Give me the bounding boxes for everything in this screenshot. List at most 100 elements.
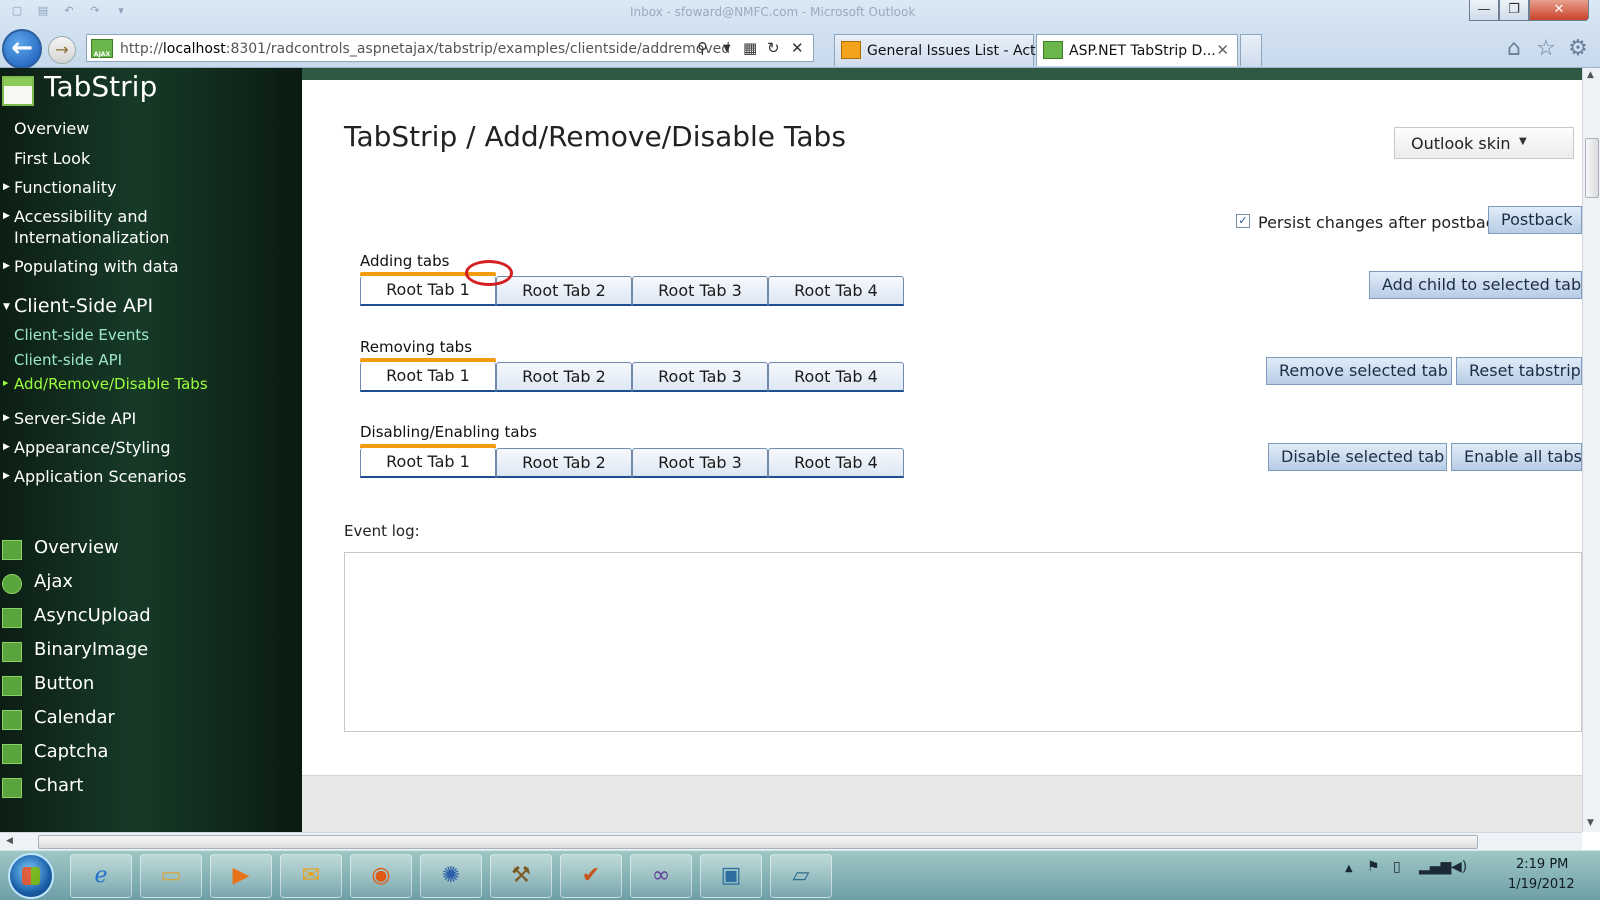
dropdown-icon[interactable]: ▼ (723, 43, 731, 54)
tab-root-3[interactable]: Root Tab 3 (632, 362, 768, 392)
nav-client-side-api[interactable]: Client-Side API (14, 295, 153, 317)
save-icon[interactable]: ▤ (34, 4, 52, 20)
nav-populating[interactable]: Populating with data (14, 257, 179, 276)
scroll-down-icon[interactable]: ▼ (1587, 818, 1594, 828)
browser-tab-tabstrip[interactable]: ASP.NET TabStrip D... ✕ (1036, 34, 1238, 66)
tab-root-2[interactable]: Root Tab 2 (496, 276, 632, 306)
skin-selector[interactable]: Outlook skin ▼ (1394, 127, 1574, 159)
new-tab-button[interactable] (1240, 34, 1262, 66)
close-button[interactable]: ✕ (1529, 0, 1589, 21)
control-button[interactable]: Button (34, 673, 94, 694)
captcha-icon (2, 744, 22, 764)
maximize-button[interactable]: ❐ (1499, 0, 1529, 21)
add-child-button[interactable]: Add child to selected tab (1369, 271, 1582, 299)
nav-server-side-api[interactable]: Server-Side API (14, 409, 136, 428)
enable-all-tabs-button[interactable]: Enable all tabs (1451, 443, 1582, 471)
horizontal-scrollbar[interactable]: ◀ (0, 832, 1582, 850)
tray-expand-icon[interactable]: ▲ (1345, 863, 1353, 874)
nav-add-remove-disable[interactable]: Add/Remove/Disable Tabs (14, 375, 208, 393)
infinity-icon[interactable]: ∞ (630, 854, 692, 898)
tab-root-3[interactable]: Root Tab 3 (632, 448, 768, 478)
close-tab-icon[interactable]: ✕ (1216, 41, 1229, 59)
home-icon[interactable]: ⌂ (1500, 36, 1528, 64)
customize-icon[interactable]: ▾ (112, 4, 130, 20)
refresh-icon[interactable]: ↻ (767, 39, 780, 57)
nav-internationalization[interactable]: Internationalization (14, 228, 169, 247)
volume-icon[interactable]: ◀) (1451, 859, 1467, 875)
address-url[interactable]: http://localhost:8301/radcontrols_aspnet… (120, 41, 730, 57)
remove-selected-tab-button[interactable]: Remove selected tab (1266, 357, 1452, 385)
control-captcha[interactable]: Captcha (34, 741, 108, 762)
scroll-up-icon[interactable]: ▲ (1587, 70, 1594, 80)
expand-arrow-icon[interactable]: ▶ (3, 471, 10, 481)
tab-root-1[interactable]: Root Tab 1 (360, 362, 496, 392)
browser-tab-issues[interactable]: General Issues List - Act... (834, 34, 1049, 66)
back-button[interactable]: ← (2, 29, 42, 69)
nav-client-side-api-sub[interactable]: Client-side API (14, 351, 122, 369)
persist-checkbox[interactable]: ✓ (1236, 214, 1250, 228)
media-player-icon[interactable]: ▶ (210, 854, 272, 898)
outlook-icon[interactable]: ✉ (280, 854, 342, 898)
internet-explorer-icon[interactable]: ℯ (70, 854, 132, 898)
tab-root-4[interactable]: Root Tab 4 (768, 276, 904, 306)
nav-first-look[interactable]: First Look (14, 149, 90, 168)
expand-arrow-icon[interactable]: ▶ (3, 261, 10, 271)
collapse-arrow-icon[interactable]: ▼ (3, 302, 10, 312)
network-icon[interactable]: ▂▄▆ (1419, 859, 1451, 875)
reset-tabstrip-button[interactable]: Reset tabstrip (1456, 357, 1582, 385)
visual-studio-icon[interactable]: ✔ (560, 854, 622, 898)
gear-icon[interactable]: ⚙ (1564, 36, 1592, 64)
redo-icon[interactable]: ↷ (86, 4, 104, 20)
compatibility-icon[interactable]: ▦ (743, 39, 757, 57)
clock-date[interactable]: 1/19/2012 (1508, 877, 1575, 892)
control-ajax[interactable]: Ajax (34, 571, 73, 592)
forward-button[interactable]: → (48, 36, 76, 64)
stop-icon[interactable]: ✕ (791, 39, 804, 57)
expand-arrow-icon[interactable]: ▶ (3, 211, 10, 221)
minimize-button[interactable]: — (1469, 0, 1499, 21)
lync-icon[interactable]: ▣ (700, 854, 762, 898)
nav-application-scenarios[interactable]: Application Scenarios (14, 467, 186, 486)
flag-icon[interactable]: ⚑ (1367, 859, 1380, 875)
tab-root-4[interactable]: Root Tab 4 (768, 448, 904, 478)
expand-arrow-icon[interactable]: ▶ (3, 182, 10, 192)
tools-icon[interactable]: ⚒ (490, 854, 552, 898)
file-explorer-icon[interactable]: ▭ (140, 854, 202, 898)
nav-client-side-events[interactable]: Client-side Events (14, 326, 149, 344)
tab-root-2[interactable]: Root Tab 2 (496, 362, 632, 392)
notes-icon[interactable]: ▱ (770, 854, 832, 898)
safari-icon[interactable]: ✺ (420, 854, 482, 898)
control-binaryimage[interactable]: BinaryImage (34, 639, 148, 660)
quick-access-icon[interactable]: ▢ (8, 4, 26, 20)
clock-time[interactable]: 2:19 PM (1516, 857, 1568, 872)
vertical-scroll-thumb[interactable] (1585, 138, 1599, 198)
section-label-disabling: Disabling/Enabling tabs (360, 423, 537, 441)
favorites-icon[interactable]: ☆ (1532, 36, 1560, 64)
vertical-scrollbar[interactable]: ▲ ▼ (1582, 68, 1600, 832)
control-asyncupload[interactable]: AsyncUpload (34, 605, 151, 626)
address-bar[interactable]: AJAX http://localhost:8301/radcontrols_a… (86, 34, 814, 62)
scroll-left-icon[interactable]: ◀ (6, 836, 13, 846)
nav-appearance[interactable]: Appearance/Styling (14, 438, 171, 457)
control-chart[interactable]: Chart (34, 775, 83, 796)
horizontal-scroll-thumb[interactable] (38, 835, 1478, 849)
tab-root-1[interactable]: Root Tab 1 (360, 448, 496, 478)
control-calendar[interactable]: Calendar (34, 707, 115, 728)
event-log-area[interactable] (344, 552, 1582, 732)
tab-root-3[interactable]: Root Tab 3 (632, 276, 768, 306)
expand-arrow-icon[interactable]: ▶ (3, 413, 10, 423)
firefox-icon[interactable]: ◉ (350, 854, 412, 898)
postback-button[interactable]: Postback (1488, 206, 1582, 234)
nav-accessibility[interactable]: Accessibility and (14, 207, 148, 226)
expand-arrow-icon[interactable]: ▶ (3, 442, 10, 452)
undo-icon[interactable]: ↶ (60, 4, 78, 20)
disable-selected-tab-button[interactable]: Disable selected tab (1268, 443, 1447, 471)
nav-functionality[interactable]: Functionality (14, 178, 117, 197)
power-icon[interactable]: ▯ (1393, 859, 1401, 875)
tab-root-4[interactable]: Root Tab 4 (768, 362, 904, 392)
nav-overview[interactable]: Overview (14, 119, 89, 138)
search-icon[interactable]: ⚲ (697, 39, 708, 57)
tab-root-2[interactable]: Root Tab 2 (496, 448, 632, 478)
control-overview[interactable]: Overview (34, 537, 119, 558)
start-button[interactable] (8, 853, 54, 899)
